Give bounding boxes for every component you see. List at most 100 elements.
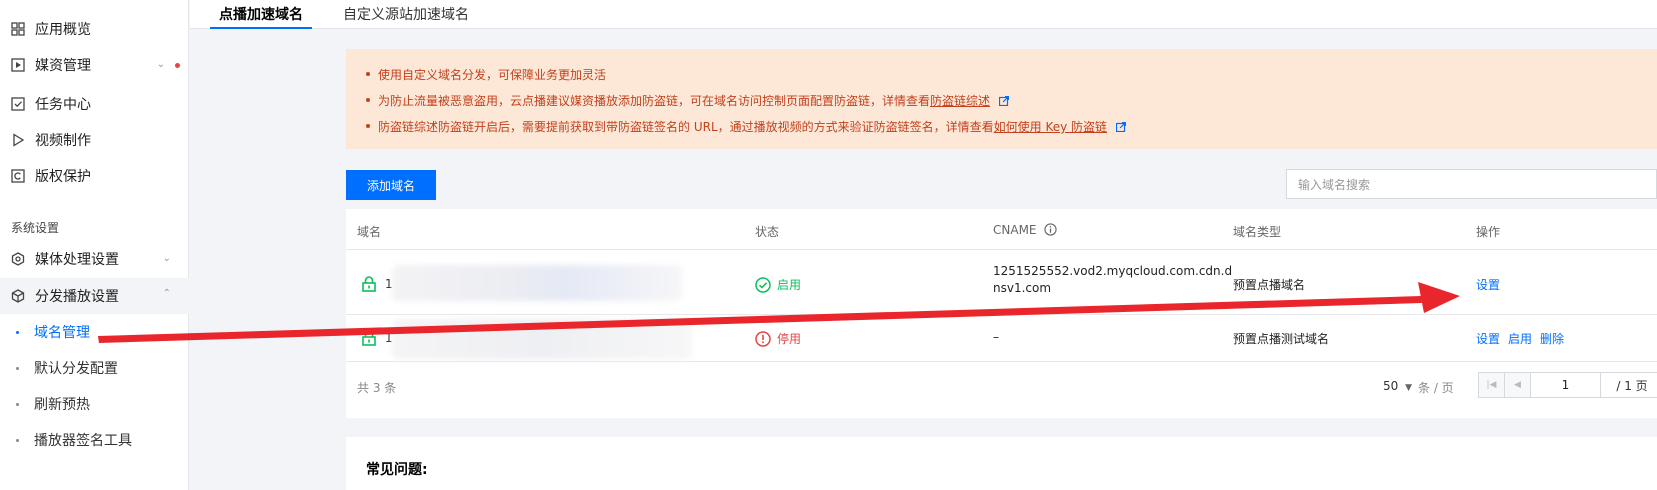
- sidebar-item-label: 任务中心: [35, 97, 91, 113]
- alert-text: 为防止流量被恶意盗用，云点播建议媒资播放添加防盗链，可在域名访问控制页面配置防盗…: [378, 94, 931, 108]
- total-count: 共 3 条: [357, 381, 397, 395]
- bullet-icon: [366, 123, 370, 128]
- sidebar-item-default-distribution[interactable]: 默认分发配置: [0, 350, 189, 386]
- sidebar-item-refresh-preheat[interactable]: 刷新预热: [0, 386, 189, 422]
- info-alert: 使用自定义域名分发，可保障业务更加灵活 为防止流量被恶意盗用，云点播建议媒资播放…: [346, 49, 1657, 149]
- status-label: 启用: [777, 278, 802, 292]
- check-circle-icon: [755, 276, 771, 293]
- sidebar-item-copyright[interactable]: 版权保护: [0, 158, 189, 194]
- sidebar-item-domain-management[interactable]: 域名管理: [0, 314, 189, 350]
- domain-table: 域名 状态 CNAME 域名类型 操作 1 启用 1251525552.vod2…: [346, 209, 1657, 418]
- divider: [346, 314, 1657, 315]
- sidebar-item-video-production[interactable]: 视频制作: [0, 122, 189, 158]
- media-process-icon: [11, 252, 25, 266]
- sidebar-group-label: 分发播放设置: [35, 289, 119, 305]
- page-size-select[interactable]: 50 ▼: [1383, 379, 1412, 393]
- alert-line-3: 防盗链综述防盗链开启后，需要提前获取到带防盗链签名的 URL，通过播放视频的方式…: [366, 118, 1126, 135]
- first-page-button[interactable]: |◀: [1479, 373, 1505, 397]
- prev-page-button[interactable]: ◀: [1505, 373, 1531, 397]
- bullet-icon: [366, 71, 370, 76]
- sidebar: 应用概览 媒资管理 ⌄ 任务中心 视频制作 版权保护 系统设置 媒体处理设置 ⌄: [0, 0, 189, 490]
- delete-link[interactable]: 删除: [1540, 330, 1564, 347]
- bullet-icon: [16, 367, 19, 370]
- domain-type: 预置点播测试域名: [1233, 332, 1330, 346]
- column-header-cname-label: CNAME: [993, 223, 1037, 237]
- cname-text: –: [993, 330, 999, 344]
- settings-link[interactable]: 设置: [1476, 330, 1500, 347]
- chevron-up-icon: ⌃: [162, 288, 171, 299]
- alert-line-1: 使用自定义域名分发，可保障业务更加灵活: [366, 66, 606, 83]
- column-header-status: 状态: [755, 225, 780, 239]
- domain-search-input[interactable]: 输入域名搜索: [1286, 169, 1657, 199]
- caret-down-icon: ▼: [1405, 383, 1413, 393]
- sidebar-item-label: 版权保护: [35, 169, 91, 185]
- pagination: |◀ ◀ 1 / 1 页: [1478, 372, 1657, 398]
- enable-link[interactable]: 启用: [1508, 330, 1532, 347]
- bullet-icon: [16, 331, 19, 334]
- bullet-icon: [16, 403, 19, 406]
- cname-text: nsv1.com: [993, 281, 1052, 295]
- sidebar-subitem-label: 刷新预热: [34, 397, 90, 413]
- alert-text: 使用自定义域名分发，可保障业务更加灵活: [378, 68, 607, 82]
- sidebar-item-label: 应用概览: [35, 22, 91, 38]
- column-header-domain: 域名: [357, 225, 382, 239]
- bullet-icon: [16, 439, 19, 442]
- sidebar-group-distribution[interactable]: 分发播放设置 ⌃: [0, 278, 189, 314]
- tab-bar: 点播加速域名 自定义源站加速域名: [190, 0, 1657, 29]
- sidebar-item-player-signature[interactable]: 播放器签名工具: [0, 422, 189, 458]
- alert-line-2: 为防止流量被恶意盗用，云点播建议媒资播放添加防盗链，可在域名访问控制页面配置防盗…: [366, 92, 1009, 109]
- chevron-down-icon: ⌄: [162, 253, 171, 264]
- bullet-icon: [366, 97, 370, 102]
- notification-dot: [175, 63, 180, 68]
- status-cell: 启用: [755, 276, 801, 294]
- warning-circle-icon: [755, 330, 771, 347]
- faq-title: 常见问题:: [366, 462, 428, 478]
- divider: [346, 249, 1657, 250]
- page-number-input[interactable]: 1: [1531, 373, 1601, 397]
- sidebar-subitem-label: 播放器签名工具: [34, 433, 132, 449]
- key-anti-leech-link[interactable]: 如何使用 Key 防盗链: [994, 120, 1107, 134]
- redacted-domain-mask: [392, 265, 682, 301]
- grid-icon: [11, 22, 25, 36]
- distribution-icon: [11, 289, 25, 303]
- info-icon[interactable]: [1044, 223, 1057, 236]
- add-domain-button[interactable]: 添加域名: [346, 170, 436, 200]
- page-unit-label: 条 / 页: [1418, 381, 1454, 395]
- chevron-down-icon: ⌄: [156, 59, 165, 70]
- section-title: 系统设置: [11, 221, 60, 235]
- external-link-icon[interactable]: [1115, 121, 1126, 132]
- page-total-label: / 1 页: [1616, 378, 1648, 393]
- sidebar-group-media-processing[interactable]: 媒体处理设置 ⌄: [0, 241, 189, 277]
- column-header-type: 域名类型: [1233, 225, 1282, 239]
- page-size-value: 50: [1383, 379, 1399, 393]
- redacted-domain-mask: [392, 319, 692, 359]
- cname-text: 1251525552.vod2.myqcloud.com.cdn.d: [993, 264, 1233, 278]
- status-cell: 停用: [755, 330, 801, 348]
- sidebar-item-tasks[interactable]: 任务中心: [0, 86, 189, 122]
- sidebar-item-overview[interactable]: 应用概览: [0, 11, 189, 47]
- sidebar-item-label: 视频制作: [35, 133, 91, 149]
- tab-vod-domain[interactable]: 点播加速域名: [210, 4, 312, 29]
- sidebar-subitem-label: 默认分发配置: [34, 361, 118, 377]
- divider: [346, 361, 1657, 362]
- status-label: 停用: [777, 332, 802, 346]
- faq-panel: 常见问题:: [346, 437, 1657, 490]
- settings-link[interactable]: 设置: [1476, 276, 1500, 293]
- sidebar-subitem-label: 域名管理: [34, 325, 90, 341]
- external-link-icon[interactable]: [998, 95, 1009, 106]
- column-header-actions: 操作: [1476, 225, 1501, 239]
- cname-cell: 1251525552.vod2.myqcloud.com.cdn.d nsv1.…: [993, 263, 1232, 297]
- media-icon: [11, 58, 25, 72]
- task-icon: [11, 97, 25, 111]
- anti-leech-overview-link[interactable]: 防盗链综述: [930, 94, 990, 108]
- domain-type: 预置点播域名: [1233, 278, 1306, 292]
- play-icon: [11, 133, 25, 147]
- tab-custom-origin-domain[interactable]: 自定义源站加速域名: [343, 4, 469, 29]
- column-header-cname: CNAME: [993, 223, 1057, 237]
- lock-icon: [362, 276, 376, 292]
- copyright-icon: [11, 169, 25, 183]
- sidebar-item-media[interactable]: 媒资管理 ⌄: [0, 47, 189, 83]
- sidebar-item-label: 媒资管理: [35, 58, 91, 74]
- alert-text: 防盗链综述防盗链开启后，需要提前获取到带防盗链签名的 URL，通过播放视频的方式…: [378, 120, 994, 134]
- sidebar-group-label: 媒体处理设置: [35, 252, 119, 268]
